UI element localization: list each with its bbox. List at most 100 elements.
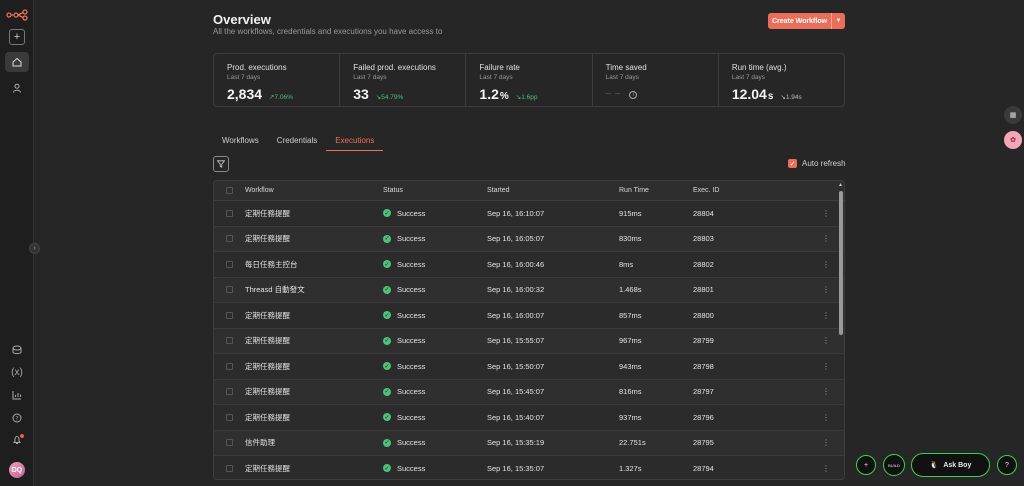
table-row[interactable]: 信件助理 ✓ Success Sep 16, 15:35:19 22.751s 28795… bbox=[214, 430, 844, 456]
workflow-name[interactable]: Threasd 自動發文 bbox=[245, 284, 383, 295]
workflow-name[interactable]: 定期任務提醒 bbox=[245, 310, 383, 321]
n8n-logo-icon[interactable] bbox=[6, 9, 28, 21]
table-row[interactable]: 定期任務提醒 ✓ Success Sep 16, 15:50:07 943ms 28798… bbox=[214, 354, 844, 380]
table-row[interactable]: 定期任務提醒 ✓ Success Sep 16, 15:55:07 967ms 28799… bbox=[214, 328, 844, 354]
workflow-name[interactable]: 定期任務提醒 bbox=[245, 233, 383, 244]
workflow-name[interactable]: 每日任務主控台 bbox=[245, 259, 383, 270]
row-checkbox[interactable] bbox=[226, 439, 233, 447]
filter-button[interactable] bbox=[213, 156, 229, 172]
row-checkbox[interactable] bbox=[226, 235, 233, 243]
workflow-name[interactable]: 信件助理 bbox=[245, 437, 383, 448]
status-text: Success bbox=[397, 310, 426, 320]
column-header[interactable]: Exec. ID bbox=[693, 187, 819, 194]
scrollbar-thumb[interactable] bbox=[839, 191, 843, 335]
column-header[interactable]: Started bbox=[487, 187, 619, 194]
stat-failure-rate[interactable]: Failure rate Last 7 days 1.2 % ↘1.6pp bbox=[466, 54, 593, 106]
workflow-name[interactable]: 定期任務提醒 bbox=[245, 335, 383, 346]
row-checkbox[interactable] bbox=[226, 311, 233, 319]
table-row[interactable]: 定期任務提醒 ✓ Success Sep 16, 16:05:07 830ms 28803… bbox=[214, 226, 844, 252]
executions-table: Workflow Status Started Run Time Exec. I… bbox=[213, 180, 845, 480]
select-all-checkbox[interactable] bbox=[226, 187, 233, 194]
more-options-icon[interactable]: ⋮ bbox=[819, 336, 833, 345]
table-row[interactable]: 定期任務提醒 ✓ Success Sep 16, 15:45:07 816ms 28797… bbox=[214, 379, 844, 405]
extension-icon[interactable]: ✿ bbox=[1004, 131, 1022, 149]
column-header[interactable]: Status bbox=[383, 187, 487, 194]
status-cell: ✓ Success bbox=[383, 336, 487, 345]
run-time: 1.468s bbox=[619, 285, 642, 295]
row-checkbox[interactable] bbox=[226, 464, 233, 472]
row-checkbox[interactable] bbox=[226, 260, 233, 268]
more-options-icon[interactable]: ⋮ bbox=[819, 387, 833, 396]
more-options-icon[interactable]: ⋮ bbox=[819, 464, 833, 473]
stat-run-time[interactable]: Run time (avg.) Last 7 days 12.04 s ↘1.9… bbox=[719, 54, 844, 106]
started-time: Sep 16, 15:55:07 bbox=[487, 336, 545, 346]
success-check-icon: ✓ bbox=[383, 438, 391, 447]
column-header[interactable]: Workflow bbox=[245, 187, 383, 194]
more-options-icon[interactable]: ⋮ bbox=[819, 438, 833, 447]
avatar[interactable]: DQ bbox=[9, 462, 25, 478]
help-icon[interactable]: ? bbox=[5, 408, 29, 428]
user-icon[interactable] bbox=[5, 78, 29, 98]
table-row[interactable]: 定期任務提醒 ✓ Success Sep 16, 16:00:07 857ms 28800… bbox=[214, 303, 844, 329]
tab-executions[interactable]: Executions bbox=[326, 133, 384, 151]
more-options-icon[interactable]: ⋮ bbox=[819, 413, 833, 422]
status-cell: ✓ Success bbox=[383, 413, 487, 422]
ask-boy-button[interactable]: 🐧 Ask Boy bbox=[911, 453, 990, 477]
run-time: 816ms bbox=[619, 387, 642, 397]
more-options-icon[interactable]: ⋮ bbox=[819, 234, 833, 243]
row-checkbox[interactable] bbox=[226, 337, 233, 345]
tab-credentials[interactable]: Credentials bbox=[268, 133, 326, 151]
workflow-name[interactable]: 定期任務提醒 bbox=[245, 361, 383, 372]
checkbox-checked-icon[interactable]: ✓ bbox=[788, 159, 797, 168]
templates-icon[interactable] bbox=[5, 340, 29, 360]
create-workflow-label[interactable]: Create Workflow bbox=[768, 13, 831, 29]
stat-delta: ↘1.94s bbox=[780, 94, 802, 101]
help-floating-button[interactable]: ? bbox=[997, 455, 1017, 475]
variables-icon[interactable]: (x) bbox=[5, 362, 29, 382]
scroll-up-icon[interactable]: ▲ bbox=[838, 182, 843, 188]
row-checkbox[interactable] bbox=[226, 286, 233, 294]
insights-icon[interactable] bbox=[5, 385, 29, 405]
chevron-down-icon[interactable]: ▼ bbox=[831, 13, 845, 29]
row-checkbox[interactable] bbox=[226, 362, 233, 370]
row-checkbox[interactable] bbox=[226, 209, 233, 217]
row-checkbox[interactable] bbox=[226, 388, 233, 396]
table-row[interactable]: 定期任務提醒 ✓ Success Sep 16, 15:35:07 1.327s 2879… bbox=[214, 456, 844, 479]
workflow-name[interactable]: 定期任務提醒 bbox=[245, 386, 383, 397]
tab-workflows[interactable]: Workflows bbox=[213, 133, 268, 151]
table-row[interactable]: 定期任務提醒 ✓ Success Sep 16, 15:40:07 937ms 28796… bbox=[214, 405, 844, 431]
info-icon[interactable]: i bbox=[629, 91, 638, 99]
collapse-sidebar-icon[interactable]: › bbox=[29, 243, 40, 254]
row-checkbox[interactable] bbox=[226, 413, 233, 421]
stat-label: Run time (avg.) bbox=[731, 63, 787, 72]
stat-label: Prod. executions bbox=[227, 63, 287, 72]
stat-time-saved[interactable]: Time saved Last 7 days – – i bbox=[593, 54, 719, 106]
success-check-icon: ✓ bbox=[383, 260, 391, 269]
more-options-icon[interactable]: ⋮ bbox=[819, 285, 833, 294]
workflow-name[interactable]: 定期任務提醒 bbox=[245, 463, 383, 474]
column-header[interactable]: Run Time bbox=[619, 187, 693, 194]
bell-icon[interactable] bbox=[5, 430, 29, 450]
workflow-name[interactable]: 定期任務提醒 bbox=[245, 208, 383, 219]
stat-prod-executions[interactable]: Prod. executions Last 7 days 2,834 ↗7.06… bbox=[214, 54, 341, 106]
more-options-icon[interactable]: ⋮ bbox=[819, 209, 833, 218]
stat-failed-executions[interactable]: Failed prod. executions Last 7 days 33 ↘… bbox=[340, 54, 467, 106]
auto-refresh-label: Auto refresh bbox=[802, 159, 846, 168]
qr-icon[interactable]: ▦ bbox=[1004, 106, 1022, 124]
add-button[interactable]: + bbox=[9, 29, 25, 45]
add-floating-button[interactable]: + bbox=[856, 455, 876, 475]
table-row[interactable]: 每日任務主控台 ✓ Success Sep 16, 16:00:46 8ms 28802 ⋮ bbox=[214, 252, 844, 278]
more-options-icon[interactable]: ⋮ bbox=[819, 311, 833, 320]
build-button[interactable]: BUILD bbox=[883, 454, 905, 476]
create-workflow-button[interactable]: Create Workflow ▼ bbox=[768, 13, 845, 29]
more-options-icon[interactable]: ⋮ bbox=[819, 362, 833, 371]
table-row[interactable]: Threasd 自動發文 ✓ Success Sep 16, 16:00:32 1.46… bbox=[214, 277, 844, 303]
status-text: Success bbox=[397, 438, 426, 448]
started-time: Sep 16, 15:35:07 bbox=[487, 463, 545, 473]
table-row[interactable]: 定期任務提醒 ✓ Success Sep 16, 16:10:07 915ms 28804… bbox=[214, 201, 844, 227]
more-options-icon[interactable]: ⋮ bbox=[819, 260, 833, 269]
auto-refresh-toggle[interactable]: ✓ Auto refresh bbox=[788, 159, 846, 168]
status-text: Success bbox=[397, 285, 426, 295]
workflow-name[interactable]: 定期任務提醒 bbox=[245, 412, 383, 423]
home-icon[interactable] bbox=[5, 52, 29, 72]
